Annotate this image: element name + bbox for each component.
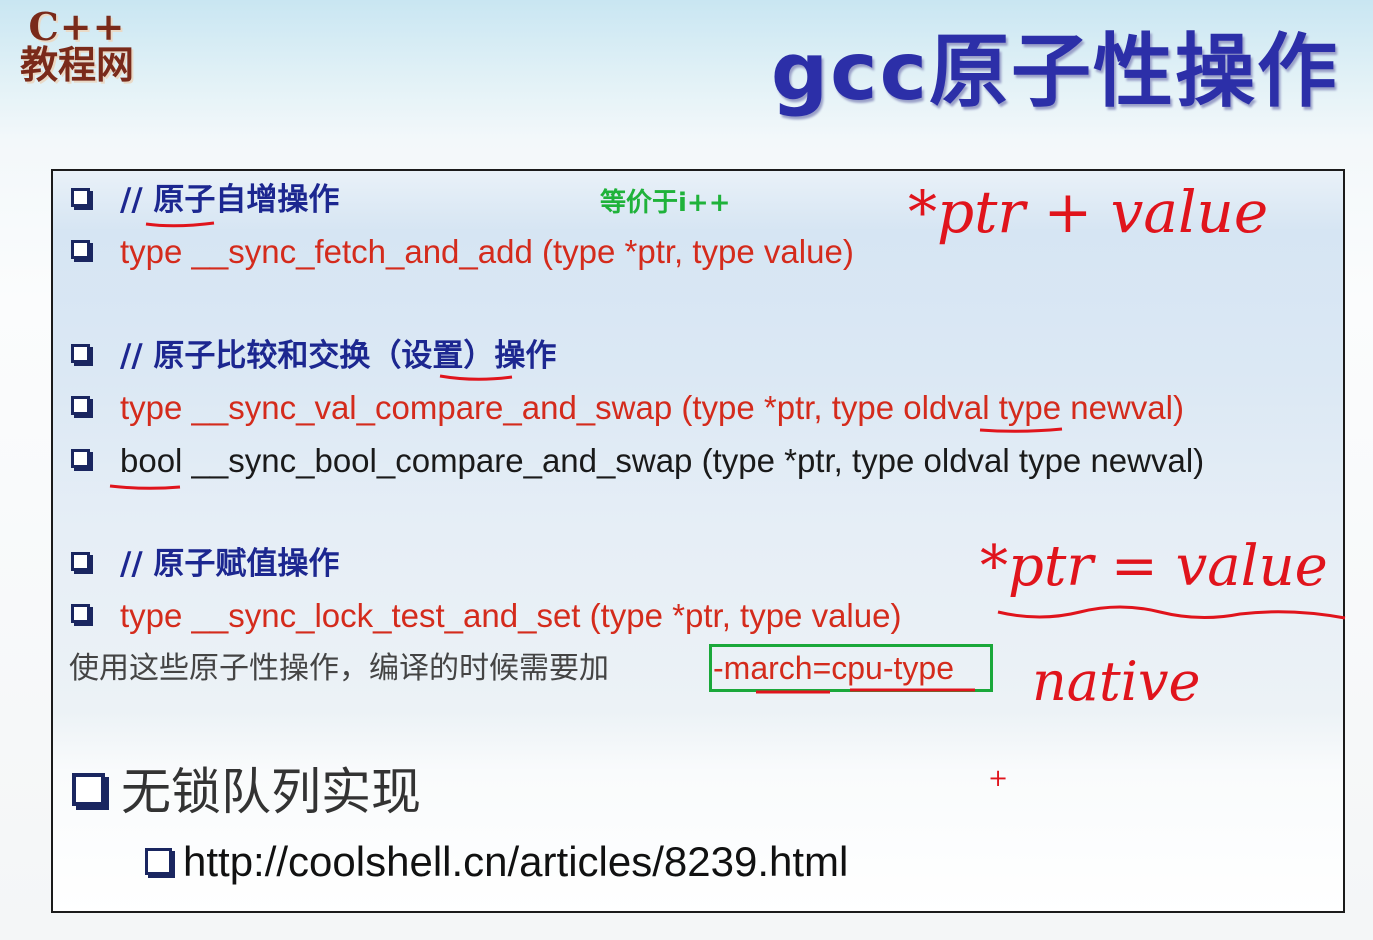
handwriting-native: native [1032,650,1200,713]
handwriting-layer: *ptr + value *ptr = value native + [109,178,1346,792]
underline-shezhi [439,374,513,381]
underline-bool [109,484,181,490]
underline-yuanzi [145,221,215,228]
handwriting-add-expr: *ptr + value [908,178,1268,246]
handwriting-plus: + [988,764,1008,792]
handwriting-assign-expr: *ptr = value [980,534,1328,599]
underline-oldval [979,427,1063,433]
wavy-underline [997,605,1346,620]
